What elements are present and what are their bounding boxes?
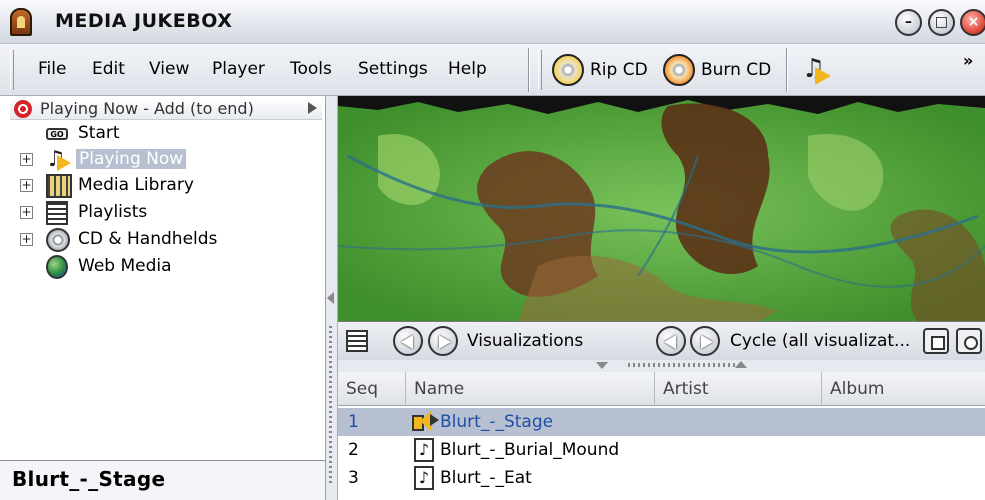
visualization-view [338,96,985,322]
visualizations-label: Visualizations [467,331,584,351]
go-icon: GO [46,128,68,140]
table-row[interactable]: 3 ♪ Blurt_-_Eat [338,464,985,492]
playing-now-toolbar-button[interactable]: ♫ [802,55,834,85]
burn-cd-label: Burn CD [701,60,772,80]
audio-file-icon: ♪ [414,466,434,490]
expand-icon[interactable]: + [20,233,33,246]
restore-window-icon[interactable] [923,328,949,354]
toolbar-grip[interactable] [10,50,14,90]
visualization-toolbar: Visualizations Cycle (all visualizat... [338,322,985,360]
track-list: Seq Name Artist Album 1 Blurt_-_Stage 2 … [338,372,985,500]
title-bar: MEDIA JUKEBOX – □ × [0,0,985,44]
web-media-icon [46,255,68,279]
tree-item-playlists[interactable]: + Playlists [0,200,320,226]
jukebox-app-icon [10,8,32,36]
next-cycle-button[interactable] [690,326,720,356]
navigation-tree-panel: Playing Now - Add (to end) GO Start + ♫ … [0,96,326,460]
playlists-icon [46,201,68,225]
splitter-up-arrow-icon[interactable] [735,361,747,368]
tree-item-label: CD & Handhelds [78,229,218,249]
menu-help[interactable]: Help [448,59,487,79]
toolbar-separator-2 [786,48,788,92]
play-arrow-icon[interactable] [308,102,317,114]
now-playing-display: Blurt_-_Stage [0,460,326,500]
burn-cd-icon [663,54,695,86]
menu-toolbar: File Edit View Player Tools Settings Hel… [0,44,985,96]
track-name: Blurt_-_Eat [440,468,532,488]
tree-item-label: Playlists [78,202,148,222]
list-view-icon[interactable] [346,330,368,352]
track-list-header: Seq Name Artist Album [338,372,985,406]
cycle-mode-label[interactable]: Cycle (all visualizat... [730,331,910,351]
playing-now-icon: ♫ [46,148,72,172]
toolbar-grip-2[interactable] [538,50,542,90]
playing-arrow-icon [430,414,439,426]
track-seq: 1 [348,412,359,432]
column-seq[interactable]: Seq [338,372,406,406]
expand-icon[interactable]: + [20,206,33,219]
expand-icon[interactable]: + [20,179,33,192]
menu-edit[interactable]: Edit [92,59,125,79]
tree-item-cd-handhelds[interactable]: + CD & Handhelds [0,227,320,253]
splitter-grip[interactable] [329,326,332,486]
menu-settings[interactable]: Settings [358,59,428,79]
splitter-grip[interactable] [628,363,738,367]
splitter-down-arrow-icon[interactable] [596,362,608,369]
tree-item-label: Web Media [78,256,172,276]
visualization-graphic [338,96,985,321]
track-name: Blurt_-_Stage [440,412,554,432]
table-row[interactable]: 1 Blurt_-_Stage [338,408,985,436]
horizontal-splitter[interactable] [338,360,985,372]
maximize-button[interactable]: □ [928,9,955,36]
column-name[interactable]: Name [406,372,655,406]
collapse-left-arrow-icon[interactable] [327,292,334,304]
move-view-icon[interactable] [956,328,982,354]
burn-cd-button[interactable]: Burn CD [663,53,771,87]
track-name: Blurt_-_Burial_Mound [440,440,620,460]
rip-cd-button[interactable]: Rip CD [552,53,648,87]
expand-icon[interactable]: + [20,153,33,166]
toolbar-overflow-chevron-icon[interactable]: » [963,51,973,70]
target-icon [14,100,32,118]
next-visualization-button[interactable] [428,326,458,356]
playing-now-add-label: Playing Now - Add (to end) [40,99,254,118]
cd-icon [46,228,70,252]
previous-cycle-button[interactable] [656,326,686,356]
minimize-button[interactable]: – [895,9,922,36]
tree-item-label: Media Library [78,175,194,195]
menu-player[interactable]: Player [212,59,265,79]
track-seq: 2 [348,440,359,460]
vertical-splitter[interactable] [326,96,338,500]
rip-cd-label: Rip CD [590,60,648,80]
column-artist[interactable]: Artist [655,372,822,406]
now-playing-title: Blurt_-_Stage [12,467,166,491]
previous-visualization-button[interactable] [393,326,423,356]
tree-item-web-media[interactable]: Web Media [0,254,320,280]
tree-item-media-library[interactable]: + Media Library [0,173,320,199]
menu-file[interactable]: File [38,59,66,79]
close-button[interactable]: × [960,9,985,36]
playing-now-add-header[interactable]: Playing Now - Add (to end) [10,98,322,120]
media-library-icon [46,174,72,198]
track-seq: 3 [348,468,359,488]
audio-file-icon: ♪ [414,438,434,462]
toolbar-separator [528,48,530,92]
menu-view[interactable]: View [149,59,189,79]
table-row[interactable]: 2 ♪ Blurt_-_Burial_Mound [338,436,985,464]
tree-item-start[interactable]: GO Start [0,121,320,147]
music-note-icon: ♫ [802,54,826,84]
rip-cd-icon [552,54,584,86]
column-album[interactable]: Album [822,372,985,406]
tree-item-label: Start [78,123,120,143]
window-title: MEDIA JUKEBOX [55,10,233,32]
menu-tools[interactable]: Tools [290,59,332,79]
tree-item-label: Playing Now [76,149,187,169]
tree-item-playing-now[interactable]: + ♫ Playing Now [0,147,320,173]
